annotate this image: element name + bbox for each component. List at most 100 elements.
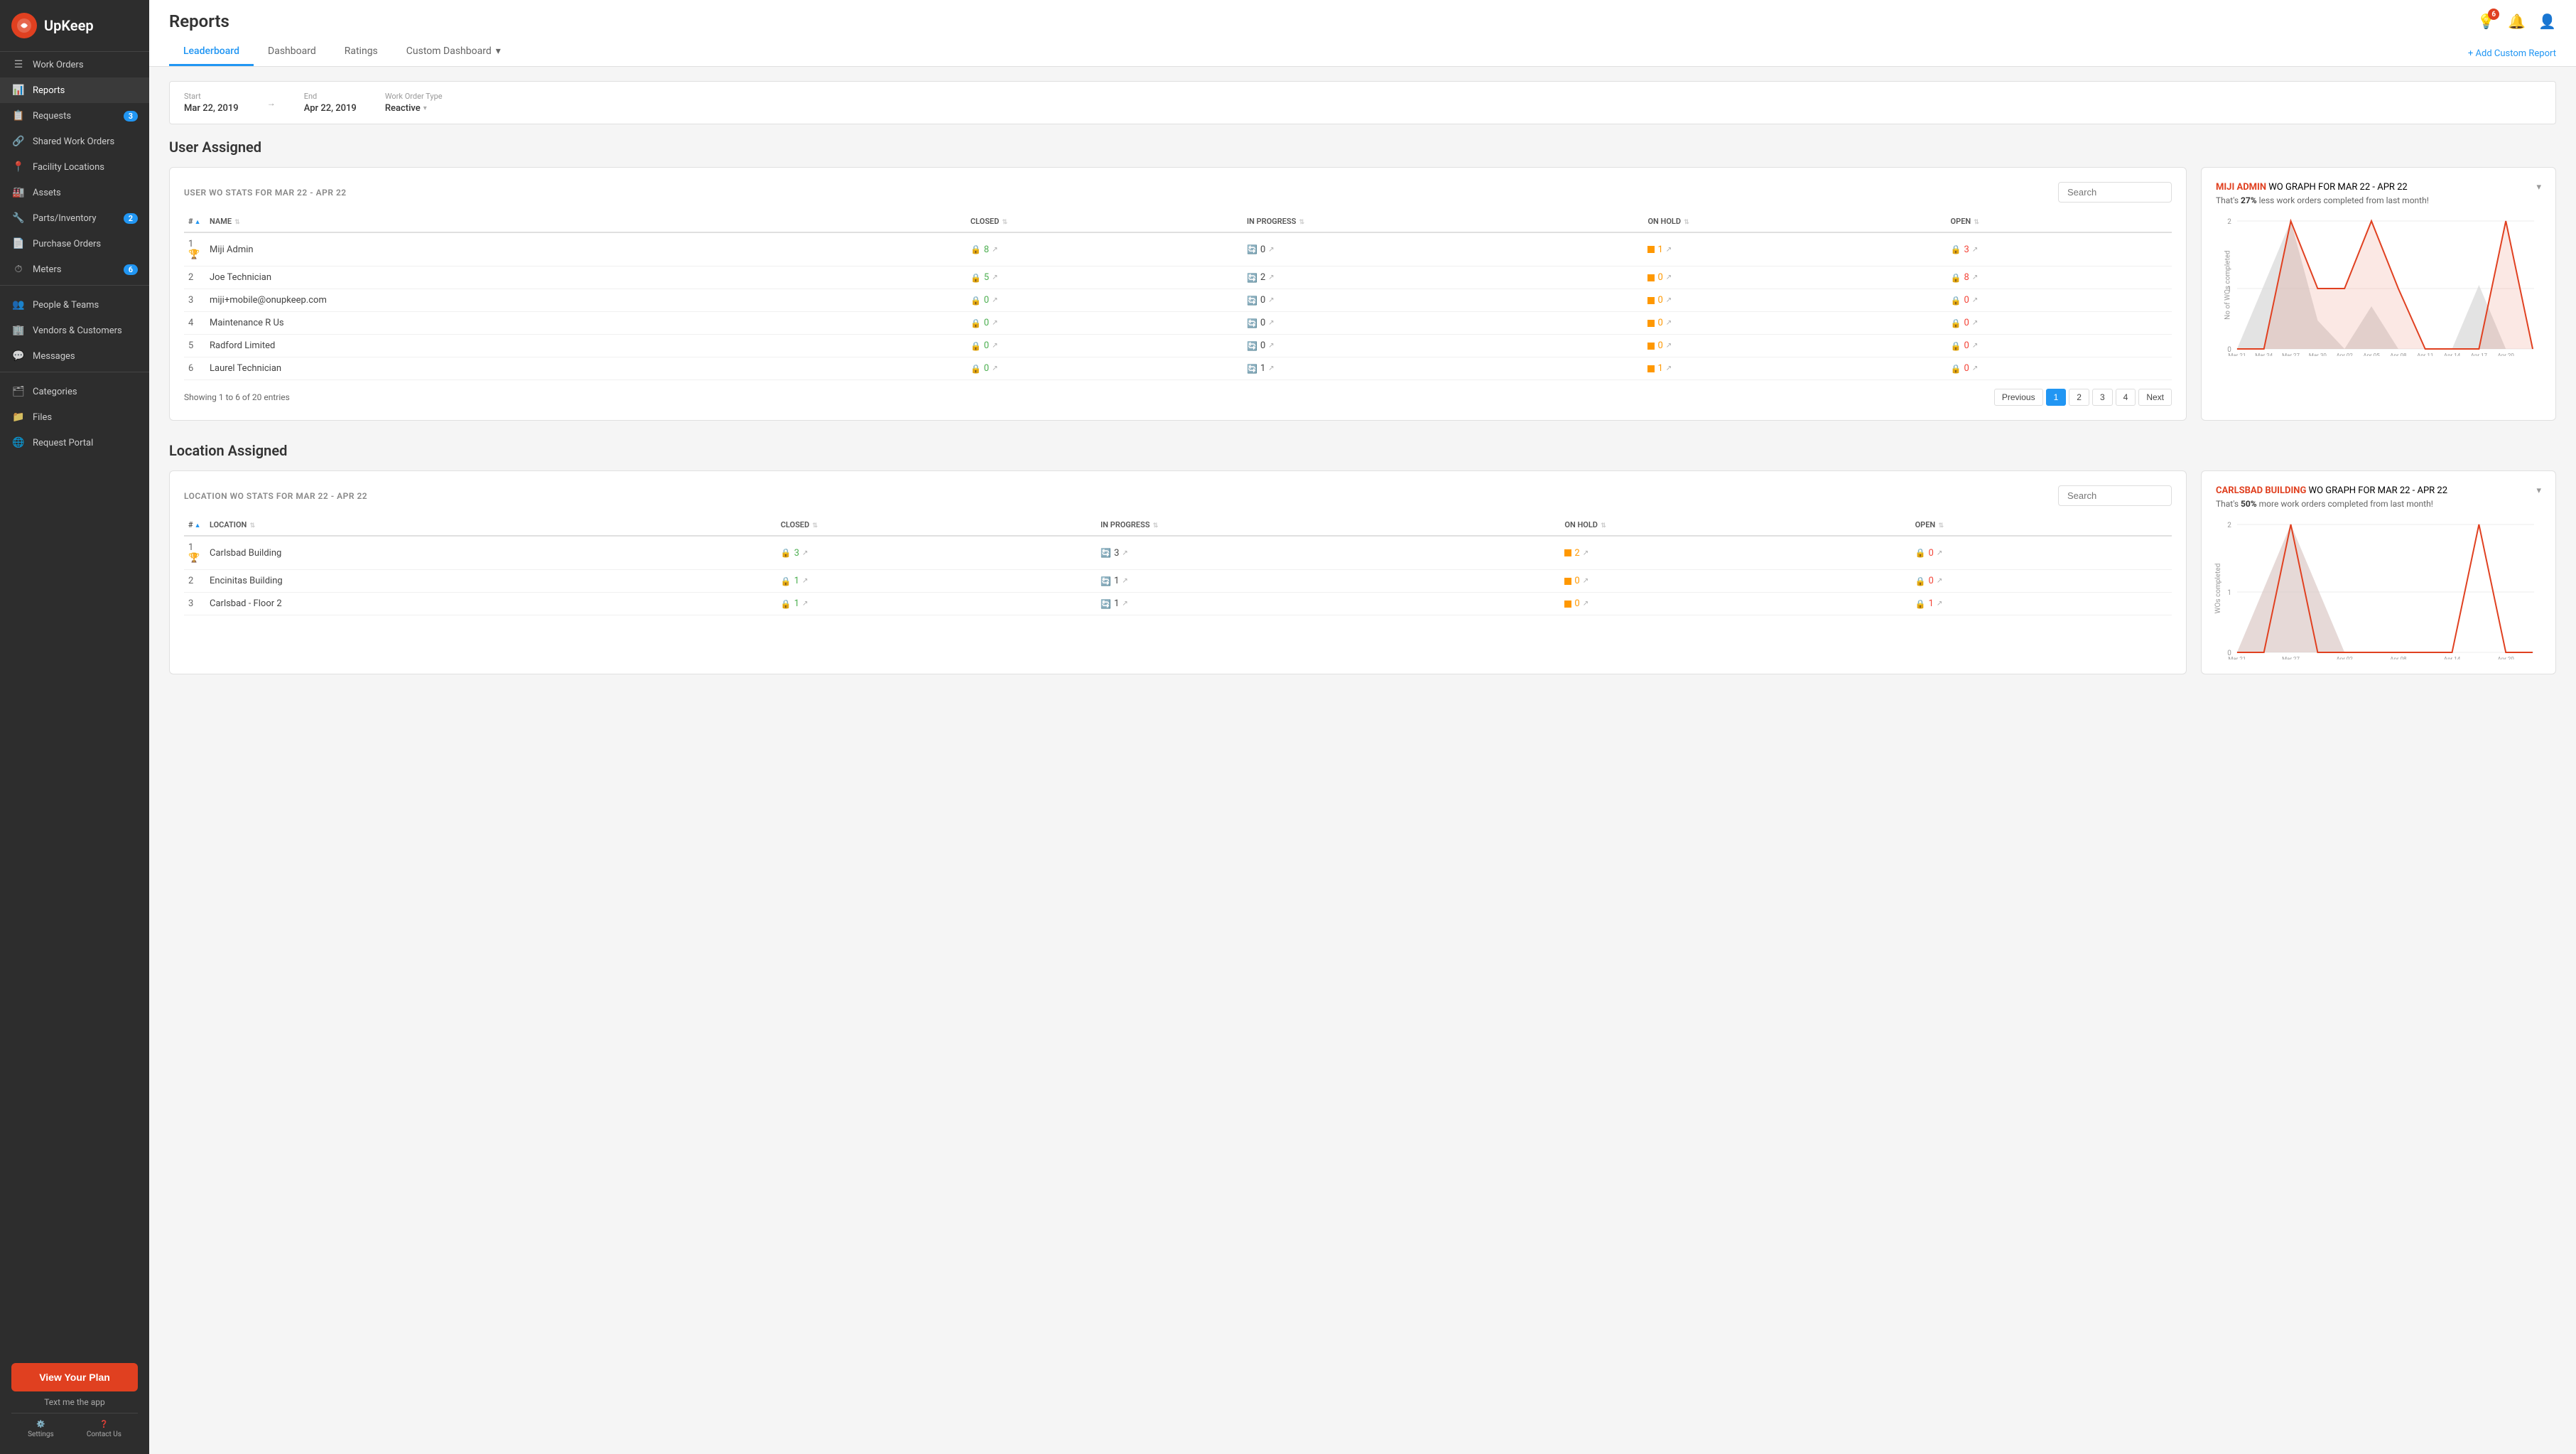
- notifications-button[interactable]: 💡 6: [2477, 13, 2495, 30]
- page-4-button[interactable]: 4: [2116, 389, 2136, 406]
- page-prev-button[interactable]: Previous: [1994, 389, 2043, 406]
- col-on-hold[interactable]: ON HOLD ⇅: [1643, 211, 1946, 232]
- tab-custom-dashboard[interactable]: Custom Dashboard ▾: [392, 38, 515, 66]
- row-name: Encinitas Building: [205, 570, 776, 593]
- link-icon: ↗: [1268, 296, 1274, 304]
- assets-icon: 🏭: [11, 187, 26, 198]
- svg-text:Apr 17: Apr 17: [2471, 352, 2488, 356]
- open-lock-icon: 🔒: [1951, 296, 1961, 306]
- in-progress-icon: 🔄: [1247, 341, 1257, 351]
- sidebar-item-meters[interactable]: ⏱ Meters 6: [0, 257, 149, 282]
- user-graph-title: MIJI ADMIN WO GRAPH FOR MAR 22 - APR 22: [2216, 182, 2541, 193]
- sidebar-item-requests[interactable]: 📋 Requests 3: [0, 103, 149, 129]
- sidebar-item-work-orders[interactable]: ☰ Work Orders: [0, 52, 149, 77]
- row-in-progress: 🔄 0 ↗: [1243, 289, 1643, 312]
- svg-text:Apr 05: Apr 05: [2363, 352, 2380, 356]
- filter-work-order-type[interactable]: Work Order Type Reactive ▾: [385, 92, 443, 114]
- col-closed[interactable]: CLOSED ⇅: [966, 211, 1243, 232]
- loc-col-in-progress[interactable]: IN PROGRESS ⇅: [1096, 515, 1560, 536]
- row-open: 🔒 0 ↗: [1947, 289, 2172, 312]
- col-name[interactable]: NAME ⇅: [205, 211, 966, 232]
- table-row: 1🏆 Miji Admin 🔒 8 ↗ 🔄 0 ↗ 1: [184, 232, 2172, 266]
- location-table-header-row: LOCATION WO STATS FOR MAR 22 - APR 22: [184, 485, 2172, 506]
- user-stats-table: #▲ NAME ⇅ CLOSED ⇅ IN PROGRESS ⇅ ON HOLD…: [184, 211, 2172, 380]
- sidebar-logo: UpKeep: [0, 0, 149, 52]
- closed-lock-icon: 🔒: [781, 599, 791, 609]
- link-icon: ↗: [1268, 274, 1274, 281]
- row-in-progress: 🔄 0 ↗: [1243, 335, 1643, 357]
- sidebar-bottom: View Your Plan Text me the app ⚙️ Settin…: [0, 1352, 149, 1454]
- link-icon: ↗: [802, 549, 808, 557]
- loc-col-name[interactable]: LOCATION ⇅: [205, 515, 776, 536]
- add-custom-report-button[interactable]: + Add Custom Report: [2468, 41, 2556, 66]
- loc-col-num[interactable]: #▲: [184, 515, 205, 536]
- settings-nav-item[interactable]: ⚙️ Settings: [28, 1421, 54, 1438]
- link-icon: ↗: [1122, 577, 1127, 585]
- chart-y-label: No of WOs completed: [2224, 250, 2231, 320]
- page-2-button[interactable]: 2: [2069, 389, 2089, 406]
- col-in-progress[interactable]: IN PROGRESS ⇅: [1243, 211, 1643, 232]
- view-plan-button[interactable]: View Your Plan: [11, 1363, 138, 1391]
- user-search-input[interactable]: [2058, 182, 2172, 203]
- page-3-button[interactable]: 3: [2092, 389, 2113, 406]
- sidebar-item-purchase-orders[interactable]: 📄 Purchase Orders: [0, 231, 149, 257]
- on-hold-icon: [1564, 549, 1571, 556]
- facility-icon: 📍: [11, 161, 26, 173]
- row-num: 4: [184, 312, 205, 335]
- graph-collapse-button[interactable]: ▾: [2536, 182, 2541, 193]
- row-on-hold: 0 ↗: [1560, 593, 1910, 615]
- sidebar-item-messages[interactable]: 💬 Messages: [0, 343, 149, 369]
- col-num[interactable]: #▲: [184, 211, 205, 232]
- link-icon: ↗: [1583, 600, 1589, 608]
- user-stats-table-panel: USER WO STATS FOR MAR 22 - APR 22 #▲ NAM…: [169, 167, 2187, 421]
- loc-col-on-hold[interactable]: ON HOLD ⇅: [1560, 515, 1910, 536]
- sidebar-item-shared-work-orders[interactable]: 🔗 Shared Work Orders: [0, 129, 149, 154]
- user-menu-button[interactable]: 👤: [2538, 13, 2556, 30]
- page-1-button[interactable]: 1: [2046, 389, 2067, 406]
- alerts-button[interactable]: 🔔: [2508, 13, 2526, 30]
- sidebar-item-assets[interactable]: 🏭 Assets: [0, 180, 149, 205]
- table-row: 4 Maintenance R Us 🔒 0 ↗ 🔄 0 ↗: [184, 312, 2172, 335]
- sidebar-item-files[interactable]: 📁 Files: [0, 404, 149, 430]
- link-icon: ↗: [1666, 319, 1672, 327]
- open-lock-icon: 🔒: [1951, 318, 1961, 328]
- link-icon: ↗: [1972, 365, 1978, 372]
- col-open[interactable]: OPEN ⇅: [1947, 211, 2172, 232]
- location-search-input[interactable]: [2058, 485, 2172, 506]
- row-on-hold: 0 ↗: [1643, 312, 1946, 335]
- files-icon: 📁: [11, 411, 26, 423]
- row-in-progress: 🔄 0 ↗: [1243, 312, 1643, 335]
- filter-end[interactable]: End Apr 22, 2019: [304, 92, 357, 114]
- row-open: 🔒 0 ↗: [1947, 335, 2172, 357]
- text-me-app-label: Text me the app: [44, 1397, 105, 1407]
- tab-ratings[interactable]: Ratings: [330, 38, 392, 66]
- filter-arrow-icon: →: [267, 98, 276, 108]
- sidebar-item-request-portal[interactable]: 🌐 Request Portal: [0, 430, 149, 456]
- page-next-button[interactable]: Next: [2138, 389, 2172, 406]
- in-progress-icon: 🔄: [1100, 576, 1111, 586]
- location-graph-collapse-button[interactable]: ▾: [2536, 485, 2541, 496]
- row-open: 🔒 3 ↗: [1947, 232, 2172, 266]
- location-graph-subtitle: That's 50% more work orders completed fr…: [2216, 499, 2541, 509]
- svg-text:Apr 20: Apr 20: [2498, 352, 2515, 356]
- table-row: 5 Radford Limited 🔒 0 ↗ 🔄 0 ↗ 0: [184, 335, 2172, 357]
- filter-start[interactable]: Start Mar 22, 2019: [184, 92, 239, 114]
- row-name: Laurel Technician: [205, 357, 966, 380]
- sidebar-item-categories[interactable]: 🗂 Categories: [0, 379, 149, 404]
- sidebar-item-vendors-customers[interactable]: 🏢 Vendors & Customers: [0, 318, 149, 343]
- sidebar-item-parts-inventory[interactable]: 🔧 Parts/Inventory 2: [0, 205, 149, 231]
- sidebar-item-reports[interactable]: 📊 Reports: [0, 77, 149, 103]
- link-icon: ↗: [1268, 319, 1274, 327]
- contact-us-nav-item[interactable]: ❓ Contact Us: [87, 1421, 121, 1438]
- sidebar-item-facility-locations[interactable]: 📍 Facility Locations: [0, 154, 149, 180]
- closed-lock-icon: 🔒: [970, 296, 981, 306]
- tab-dashboard[interactable]: Dashboard: [254, 38, 330, 66]
- row-num: 5: [184, 335, 205, 357]
- open-lock-icon: 🔒: [1951, 273, 1961, 283]
- sidebar-item-people-teams[interactable]: 👥 People & Teams: [0, 292, 149, 318]
- tab-leaderboard[interactable]: Leaderboard: [169, 38, 254, 66]
- loc-col-closed[interactable]: CLOSED ⇅: [776, 515, 1096, 536]
- location-wo-chart: WOs completed 2 1 0 Mar 21: [2216, 517, 2541, 659]
- reports-icon: 📊: [11, 85, 26, 96]
- loc-col-open[interactable]: OPEN ⇅: [1911, 515, 2172, 536]
